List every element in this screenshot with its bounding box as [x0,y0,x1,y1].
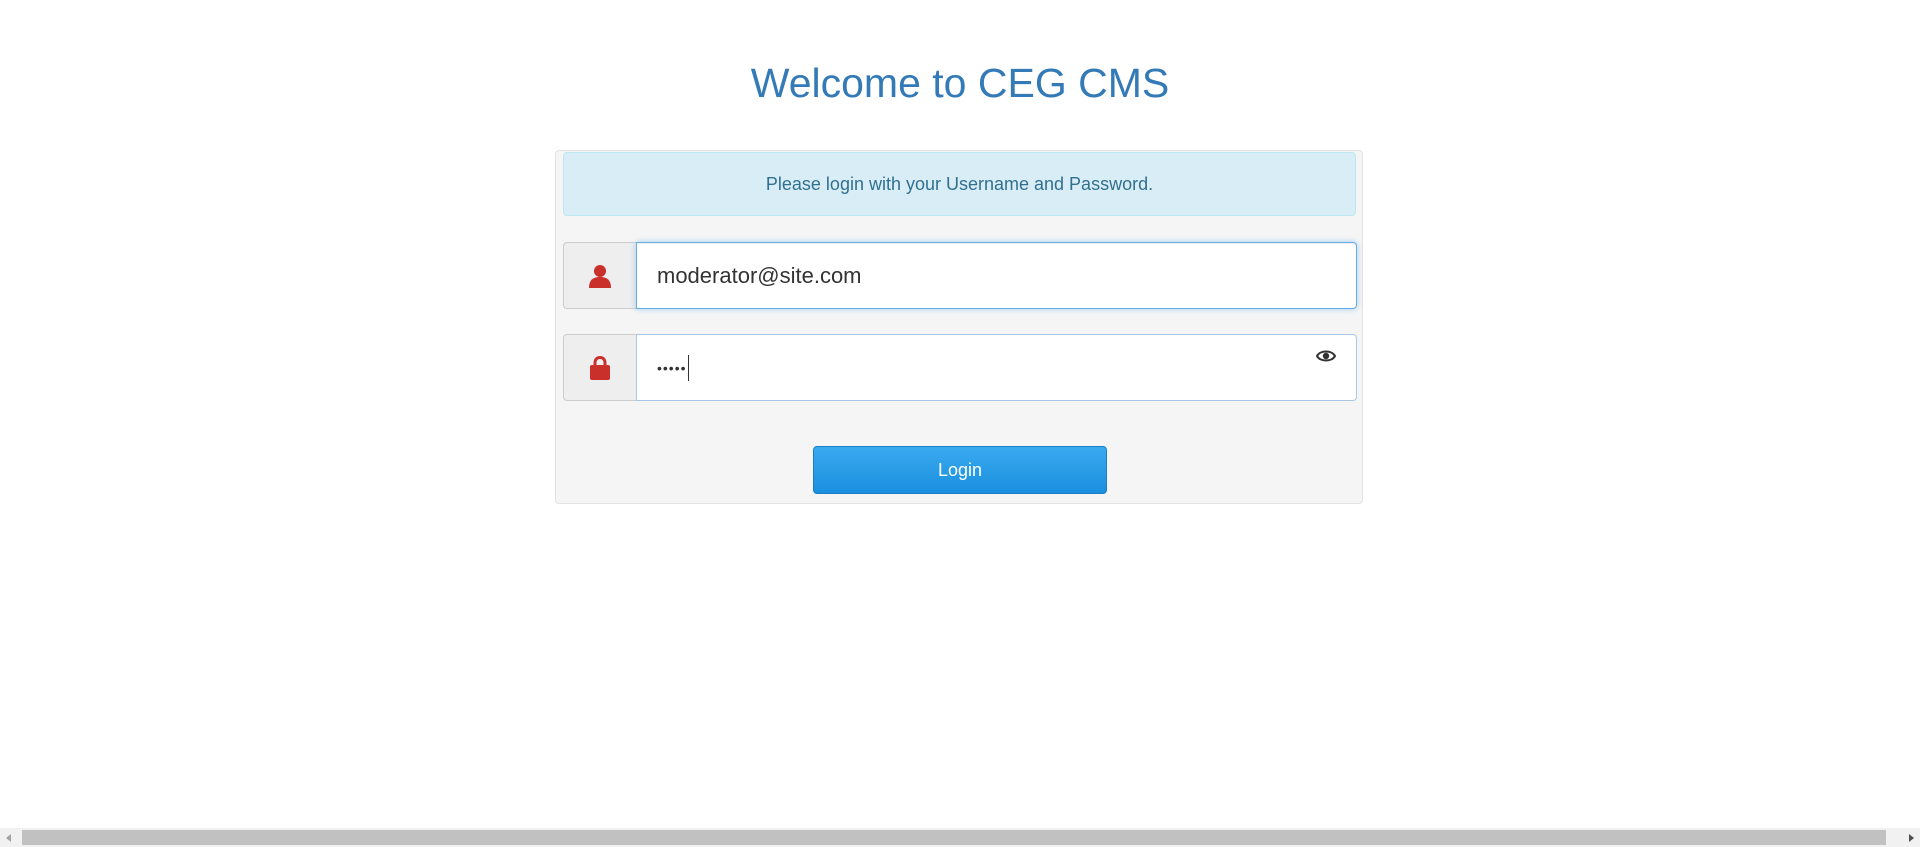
scroll-right-arrow-icon[interactable] [1909,834,1914,842]
info-alert: Please login with your Username and Pass… [563,152,1356,216]
page-title: Welcome to CEG CMS [750,60,1170,106]
password-input-group: ••••• [563,334,1357,401]
password-value: ••••• [657,359,687,376]
username-input-group: moderator@site.com [563,242,1357,309]
lock-icon [590,355,610,380]
username-value: moderator@site.com [657,262,862,288]
eye-icon[interactable] [1316,348,1336,364]
username-addon [563,242,636,309]
login-page: Welcome to CEG CMS Please login with you… [0,0,1920,847]
login-button[interactable]: Login [813,446,1107,494]
text-caret [687,354,689,381]
password-addon [563,334,636,401]
password-field[interactable]: ••••• [636,334,1357,401]
login-panel: Please login with your Username and Pass… [555,150,1363,504]
user-icon [589,264,611,288]
scroll-left-arrow-icon[interactable] [6,834,11,842]
horizontal-scrollbar[interactable] [0,828,1920,847]
scrollbar-thumb[interactable] [22,830,1886,845]
username-field[interactable]: moderator@site.com [636,242,1357,309]
